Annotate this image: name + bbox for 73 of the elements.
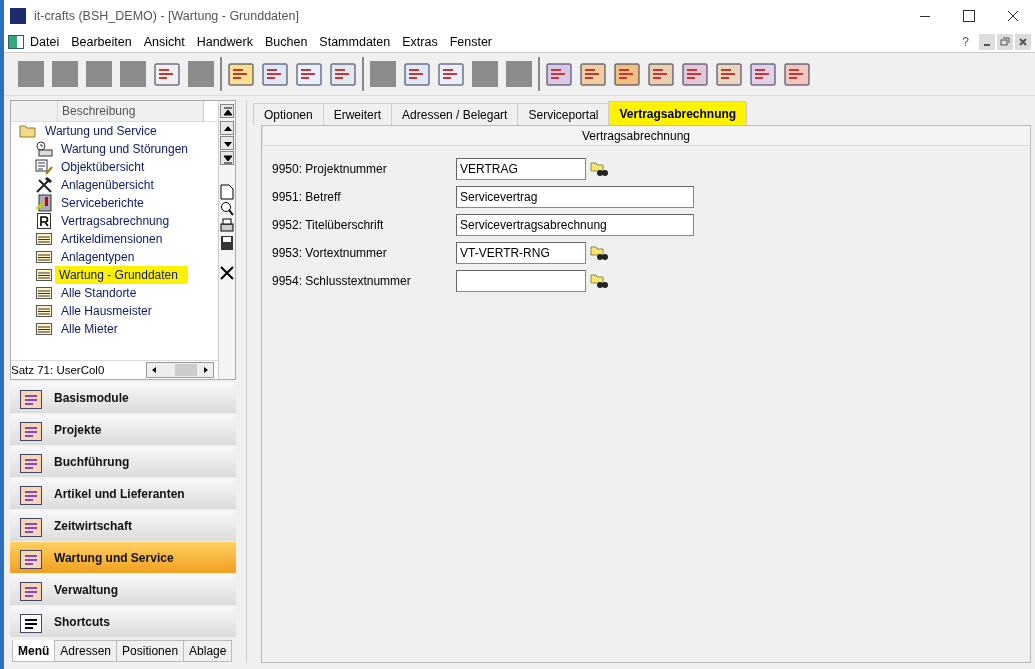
menu-item[interactable]: Extras [396, 35, 444, 49]
menu-item[interactable]: Datei [24, 35, 66, 49]
module-button[interactable]: Projekte [10, 414, 236, 445]
module-button[interactable]: Artikel und Lieferanten [10, 478, 236, 509]
tree-item[interactable]: Serviceberichte [57, 196, 148, 210]
tab[interactable]: Optionen [253, 103, 324, 125]
report-icon [36, 194, 52, 212]
tab[interactable]: Vertragsabrechnung [608, 101, 748, 125]
close-icon[interactable] [1007, 10, 1019, 22]
maximize-icon[interactable] [963, 10, 975, 22]
record-status: Satz 71: UserCol0 [11, 364, 106, 376]
tree-item[interactable]: Artikeldimensionen [57, 232, 167, 246]
tab[interactable]: Ablage [183, 640, 233, 662]
field-label: 9953: Vortextnummer [272, 246, 388, 260]
horizontal-scrollbar[interactable] [146, 362, 214, 378]
input-field[interactable]: Servicevertrag [456, 186, 694, 208]
table-icon [36, 287, 52, 299]
menu-item[interactable]: Stammdaten [313, 35, 397, 49]
menu-item[interactable]: Buchen [258, 35, 314, 49]
table-icon [36, 323, 52, 335]
tree-item[interactable]: Alle Hausmeister [57, 304, 156, 318]
last-record-icon[interactable] [220, 151, 234, 165]
input-field[interactable]: Servicevertragsabrechnung [456, 214, 694, 236]
menu-item[interactable]: Fenster [443, 35, 499, 49]
input-field[interactable] [456, 270, 586, 292]
tab[interactable]: Adressen [54, 640, 118, 662]
folder-binoculars-icon[interactable] [590, 273, 608, 289]
tree-item[interactable]: Wartung - Grunddaten [55, 266, 188, 284]
module-button[interactable]: Buchführung [10, 446, 236, 477]
tree-item[interactable]: Wartung und Störungen [57, 142, 192, 156]
menu-item[interactable]: Ansicht [137, 35, 191, 49]
tree-item[interactable]: Vertragsabrechnung [57, 214, 174, 228]
input-field[interactable]: VT-VERTR-RNG [456, 242, 586, 264]
module-button[interactable]: Verwaltung [10, 574, 236, 605]
help-button[interactable]: ? [962, 35, 969, 49]
menu-item[interactable]: Bearbeiten [65, 35, 138, 49]
tab[interactable]: Adressen / Belegart [391, 103, 519, 125]
module-button[interactable]: Zeitwirtschaft [10, 510, 236, 541]
field-label: 9950: Projektnummer [272, 162, 388, 176]
tree-item[interactable]: Alle Mieter [57, 322, 122, 336]
tree-item[interactable]: Anlagentypen [57, 250, 139, 264]
report-r-icon [37, 213, 51, 229]
module-button[interactable]: Wartung und Service [10, 542, 236, 573]
field-label: 9951: Betreff [272, 190, 342, 204]
field-label: 9954: Schlusstextnummer [272, 274, 412, 288]
tree-item[interactable]: Wartung und Service [41, 124, 161, 138]
field-label: 9952: Titelüberschrift [272, 218, 385, 232]
table-icon [36, 251, 52, 263]
window-title: it-crafts (BSH_DEMO) - [Wartung - Grunddaten] [34, 9, 300, 23]
search-icon[interactable] [220, 201, 234, 217]
tree-item[interactable]: Alle Standorte [57, 286, 141, 300]
input-field[interactable]: VERTRAG [456, 158, 586, 180]
column-header[interactable]: Beschreibung [58, 101, 204, 121]
module-button[interactable]: Shortcuts [10, 606, 236, 637]
tab[interactable]: Serviceportal [517, 103, 610, 125]
table-icon [36, 305, 52, 317]
menu-item[interactable]: Handwerk [190, 35, 259, 49]
tab[interactable]: Menü [12, 640, 56, 662]
table-icon [36, 269, 52, 281]
app-logo-icon [10, 8, 26, 24]
section-title: Vertragsabrechnung [262, 126, 1030, 146]
folder-binoculars-icon[interactable] [590, 161, 608, 177]
first-record-icon[interactable] [220, 104, 234, 118]
clock-document-icon [35, 141, 53, 157]
list-pencil-icon [35, 159, 53, 175]
new-document-icon[interactable] [220, 184, 234, 200]
tab[interactable]: Positionen [116, 640, 185, 662]
tools-icon [35, 177, 53, 193]
folder-binoculars-icon[interactable] [590, 245, 608, 261]
table-icon [36, 233, 52, 245]
tree-item[interactable]: Objektübersicht [57, 160, 149, 174]
tree-item[interactable]: Anlagenübersicht [57, 178, 158, 192]
module-button[interactable]: Basismodule [10, 382, 236, 413]
